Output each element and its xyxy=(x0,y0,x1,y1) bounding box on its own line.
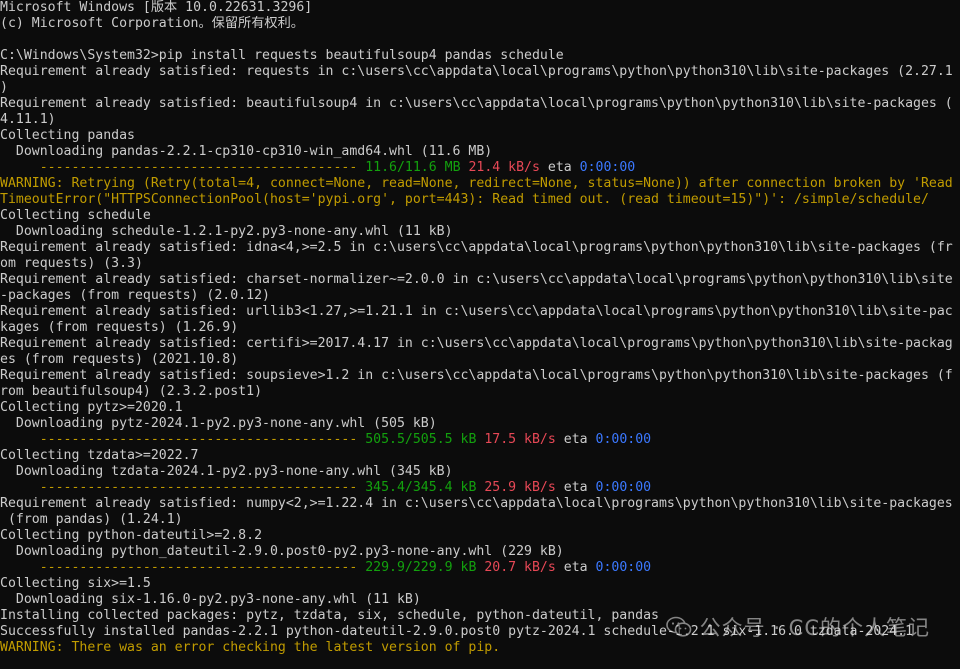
terminal-line-segment: 505.5/505.5 kB xyxy=(365,432,477,447)
terminal-line-segment: kages (from requests) (1.26.9) xyxy=(0,320,239,335)
terminal-line-segment: Requirement already satisfied: charset-n… xyxy=(0,272,953,287)
terminal-line: Downloading six-1.16.0-py2.py3-none-any.… xyxy=(0,592,960,608)
terminal-line-segment: Requirement already satisfied: urllib3<1… xyxy=(0,304,953,319)
terminal-line-segment: 0:00:00 xyxy=(595,560,652,575)
terminal-line: Requirement already satisfied: beautiful… xyxy=(0,96,960,112)
terminal-line-segment: 11.6/11.6 MB xyxy=(365,160,461,175)
terminal-line-segment: 21.4 kB/s xyxy=(468,160,540,175)
terminal-line-segment: Downloading python_dateutil-2.9.0.post0-… xyxy=(0,544,564,559)
terminal-line-segment: Microsoft Windows [版本 10.0.22631.3296] xyxy=(0,0,313,15)
terminal-line-segment: ---------------------------------------- xyxy=(0,160,366,175)
terminal-line: ----------------------------------------… xyxy=(0,160,960,176)
terminal-line-segment: 20.7 kB/s xyxy=(484,560,556,575)
terminal-line-segment: Requirement already satisfied: beautiful… xyxy=(0,96,953,111)
terminal-line-segment: rom beautifulsoup4) (2.3.2.post1) xyxy=(0,384,263,399)
terminal-line: Collecting pytz>=2020.1 xyxy=(0,400,960,416)
terminal-line-segment: eta xyxy=(555,560,596,575)
terminal-line: -packages (from requests) (2.0.12) xyxy=(0,288,960,304)
terminal-line: ) xyxy=(0,80,960,96)
terminal-line: Downloading pytz-2024.1-py2.py3-none-any… xyxy=(0,416,960,432)
terminal-line-segment: 0:00:00 xyxy=(595,432,652,447)
terminal-line-segment: TimeoutError("HTTPSConnectionPool(host='… xyxy=(0,192,929,207)
terminal-line: Collecting tzdata>=2022.7 xyxy=(0,448,960,464)
terminal-line: Collecting pandas xyxy=(0,128,960,144)
terminal-line-segment: WARNING: Retrying (Retry(total=4, connec… xyxy=(0,176,953,191)
terminal-line-segment: Requirement already satisfied: idna<4,>=… xyxy=(0,240,953,255)
terminal-line: Requirement already satisfied: certifi>=… xyxy=(0,336,960,352)
terminal-line: Requirement already satisfied: numpy<2,>… xyxy=(0,496,960,512)
terminal-line-segment: ---------------------------------------- xyxy=(0,480,366,495)
terminal-line-segment: Collecting python-dateutil>=2.8.2 xyxy=(0,528,263,543)
terminal-line-segment: Collecting six>=1.5 xyxy=(0,576,151,591)
terminal-line-segment: Requirement already satisfied: certifi>=… xyxy=(0,336,953,351)
terminal-line: Downloading pandas-2.2.1-cp310-cp310-win… xyxy=(0,144,960,160)
terminal-line-segment: Requirement already satisfied: numpy<2,>… xyxy=(0,496,953,511)
terminal-line-segment: Requirement already satisfied: requests … xyxy=(0,64,953,79)
terminal-line-segment: Collecting tzdata>=2022.7 xyxy=(0,448,199,463)
terminal-line-segment: (from pandas) (1.24.1) xyxy=(0,512,183,527)
terminal-line-segment: 229.9/229.9 kB xyxy=(365,560,477,575)
terminal-line-segment: Requirement already satisfied: soupsieve… xyxy=(0,368,953,383)
terminal-line: Collecting six>=1.5 xyxy=(0,576,960,592)
terminal-line-segment: WARNING: There was an error checking the… xyxy=(0,640,501,655)
terminal-line: kages (from requests) (1.26.9) xyxy=(0,320,960,336)
terminal-line: ----------------------------------------… xyxy=(0,480,960,496)
terminal-line: (from pandas) (1.24.1) xyxy=(0,512,960,528)
terminal-window[interactable]: Microsoft Windows [版本 10.0.22631.3296] (c… xyxy=(0,0,960,669)
terminal-line: C:\Windows\System32>pip install requests… xyxy=(0,48,960,64)
terminal-line-segment: 0:00:00 xyxy=(579,160,636,175)
terminal-line-segment: eta xyxy=(539,160,580,175)
terminal-line: 4.11.1) xyxy=(0,112,960,128)
terminal-line: ----------------------------------------… xyxy=(0,432,960,448)
terminal-line: Installing collected packages: pytz, tzd… xyxy=(0,608,960,624)
terminal-line: TimeoutError("HTTPSConnectionPool(host='… xyxy=(0,192,960,208)
terminal-line: Requirement already satisfied: requests … xyxy=(0,64,960,80)
terminal-line: Downloading python_dateutil-2.9.0.post0-… xyxy=(0,544,960,560)
terminal-line-segment: Downloading pandas-2.2.1-cp310-cp310-win… xyxy=(0,144,493,159)
terminal-line: Requirement already satisfied: urllib3<1… xyxy=(0,304,960,320)
terminal-line-segment: Successfully installed pandas-2.2.1 pyth… xyxy=(0,624,914,639)
terminal-line: Collecting python-dateutil>=2.8.2 xyxy=(0,528,960,544)
terminal-line-segment: 25.9 kB/s xyxy=(484,480,556,495)
terminal-line-segment: Collecting schedule xyxy=(0,208,151,223)
terminal-line: rom beautifulsoup4) (2.3.2.post1) xyxy=(0,384,960,400)
terminal-line-segment: -packages (from requests) (2.0.12) xyxy=(0,288,270,303)
terminal-line-segment: Downloading tzdata-2024.1-py2.py3-none-a… xyxy=(0,464,453,479)
terminal-line-segment: Downloading six-1.16.0-py2.py3-none-any.… xyxy=(0,592,421,607)
terminal-line: Microsoft Windows [版本 10.0.22631.3296] xyxy=(0,0,960,16)
terminal-line: om requests) (3.3) xyxy=(0,256,960,272)
terminal-line-segment: eta xyxy=(555,432,596,447)
terminal-line-segment: ---------------------------------------- xyxy=(0,432,366,447)
terminal-line-segment: 4.11.1) xyxy=(0,112,56,127)
terminal-line-segment: 0:00:00 xyxy=(595,480,652,495)
terminal-line: Downloading schedule-1.2.1-py2.py3-none-… xyxy=(0,224,960,240)
terminal-line: Downloading tzdata-2024.1-py2.py3-none-a… xyxy=(0,464,960,480)
terminal-line: Requirement already satisfied: soupsieve… xyxy=(0,368,960,384)
terminal-line-segment: om requests) (3.3) xyxy=(0,256,143,271)
terminal-line-segment: 345.4/345.4 kB xyxy=(365,480,477,495)
terminal-line-segment: (c) Microsoft Corporation。保留所有权利。 xyxy=(0,16,304,31)
terminal-line-segment: 17.5 kB/s xyxy=(484,432,556,447)
terminal-line: Successfully installed pandas-2.2.1 pyth… xyxy=(0,624,960,640)
terminal-line: Collecting schedule xyxy=(0,208,960,224)
terminal-line-segment: ) xyxy=(0,80,8,95)
terminal-line-segment: Downloading pytz-2024.1-py2.py3-none-any… xyxy=(0,416,437,431)
terminal-line-segment: Installing collected packages: pytz, tzd… xyxy=(0,608,659,623)
terminal-line-segment: eta xyxy=(555,480,596,495)
terminal-output: Microsoft Windows [版本 10.0.22631.3296] (c… xyxy=(0,0,960,656)
terminal-line-segment: Collecting pytz>=2020.1 xyxy=(0,400,183,415)
terminal-line-segment: ---------------------------------------- xyxy=(0,560,366,575)
terminal-line: (c) Microsoft Corporation。保留所有权利。 xyxy=(0,16,960,32)
terminal-line-segment: C:\Windows\System32>pip install requests… xyxy=(0,48,564,63)
terminal-line: WARNING: Retrying (Retry(total=4, connec… xyxy=(0,176,960,192)
terminal-line-segment: Downloading schedule-1.2.1-py2.py3-none-… xyxy=(0,224,453,239)
terminal-line: Requirement already satisfied: charset-n… xyxy=(0,272,960,288)
terminal-line-segment: es (from requests) (2021.10.8) xyxy=(0,352,239,367)
terminal-line: ----------------------------------------… xyxy=(0,560,960,576)
terminal-line-segment: Collecting pandas xyxy=(0,128,135,143)
terminal-line: es (from requests) (2021.10.8) xyxy=(0,352,960,368)
terminal-line: WARNING: There was an error checking the… xyxy=(0,640,960,656)
terminal-line: Requirement already satisfied: idna<4,>=… xyxy=(0,240,960,256)
